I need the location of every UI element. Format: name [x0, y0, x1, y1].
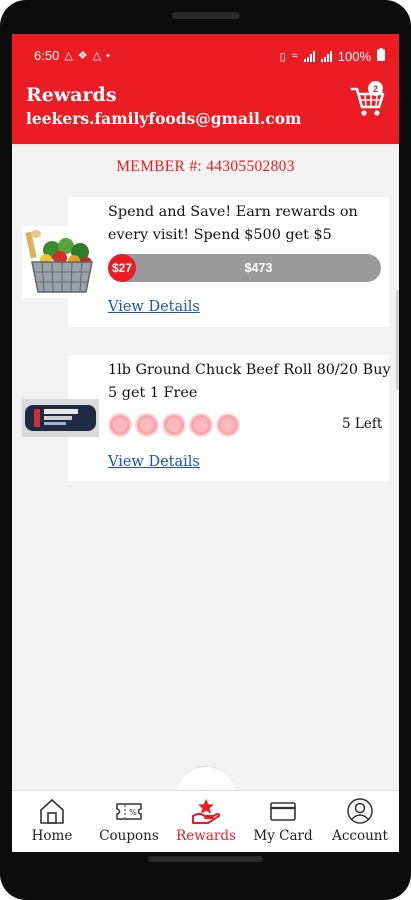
battery-level: 100% — [337, 48, 371, 64]
scrollbar[interactable] — [396, 290, 399, 390]
punch-circle — [108, 413, 132, 437]
phone-frame: 6:50 △ ❖ △ • ▯ ≈ 100% Rewards leekers.fa… — [0, 0, 411, 900]
view-details-link[interactable]: View Details — [108, 454, 200, 470]
view-details-link[interactable]: View Details — [108, 299, 200, 315]
notification-c-icon: △ — [92, 50, 102, 62]
offer-title: Spend and Save! Earn rewards on every vi… — [108, 204, 358, 243]
card-icon — [270, 802, 296, 821]
rewards-icon — [192, 799, 221, 824]
ground-chuck-package-image — [22, 399, 99, 437]
tab-rewards[interactable]: Rewards — [168, 794, 244, 850]
signal-icon — [320, 50, 332, 62]
home-icon — [40, 799, 64, 824]
account-email: leekers.familyfoods@gmail.com — [26, 109, 302, 128]
punch-circle — [135, 413, 159, 437]
punch-circle — [162, 413, 186, 437]
punch-circle — [189, 413, 213, 437]
app-header: Rewards leekers.familyfoods@gmail.com 2 — [12, 78, 399, 144]
tab-label: Rewards — [176, 828, 236, 844]
notification-b-icon: ❖ — [77, 50, 88, 62]
coupon-icon: % — [116, 803, 142, 820]
notification-a-icon: △ — [64, 50, 73, 62]
tab-label: Coupons — [99, 828, 159, 844]
battery-icon — [377, 48, 385, 64]
app-screen: 6:50 △ ❖ △ • ▯ ≈ 100% Rewards leekers.fa… — [12, 34, 399, 852]
punch-circle — [216, 413, 240, 437]
vibrate-icon: ▯ — [279, 50, 286, 63]
tab-label: Account — [332, 828, 388, 844]
wifi-icon: ≈ — [291, 50, 298, 62]
tab-account[interactable]: Account — [322, 794, 398, 850]
tab-coupons[interactable]: % Coupons — [91, 794, 167, 850]
svg-text:%: % — [129, 808, 137, 817]
account-icon — [347, 798, 373, 824]
dot-icon: • — [106, 49, 110, 62]
phone-speaker — [172, 12, 240, 19]
remaining-count: 5 Left — [342, 416, 383, 432]
member-number: MEMBER #: 44305502803 — [116, 158, 295, 175]
offer-title: 1lb Ground Chuck Beef Roll 80/20 Buy 5 g… — [108, 362, 391, 401]
signal-icon — [303, 50, 315, 62]
tab-home[interactable]: Home — [14, 794, 90, 850]
status-bar: 6:50 △ ❖ △ • ▯ ≈ 100% — [12, 34, 399, 78]
page-title: Rewards — [26, 84, 117, 106]
grocery-basket-image — [22, 226, 99, 298]
tab-label: My Card — [253, 828, 313, 844]
tab-my-card[interactable]: My Card — [245, 794, 321, 850]
cart-count-badge: 2 — [368, 81, 383, 96]
punch-card — [108, 413, 240, 437]
phone-home-bar — [148, 856, 263, 862]
tab-label: Home — [31, 828, 73, 844]
progress-remaining-amount: $473 — [244, 261, 273, 275]
status-time: 6:50 — [34, 48, 60, 63]
